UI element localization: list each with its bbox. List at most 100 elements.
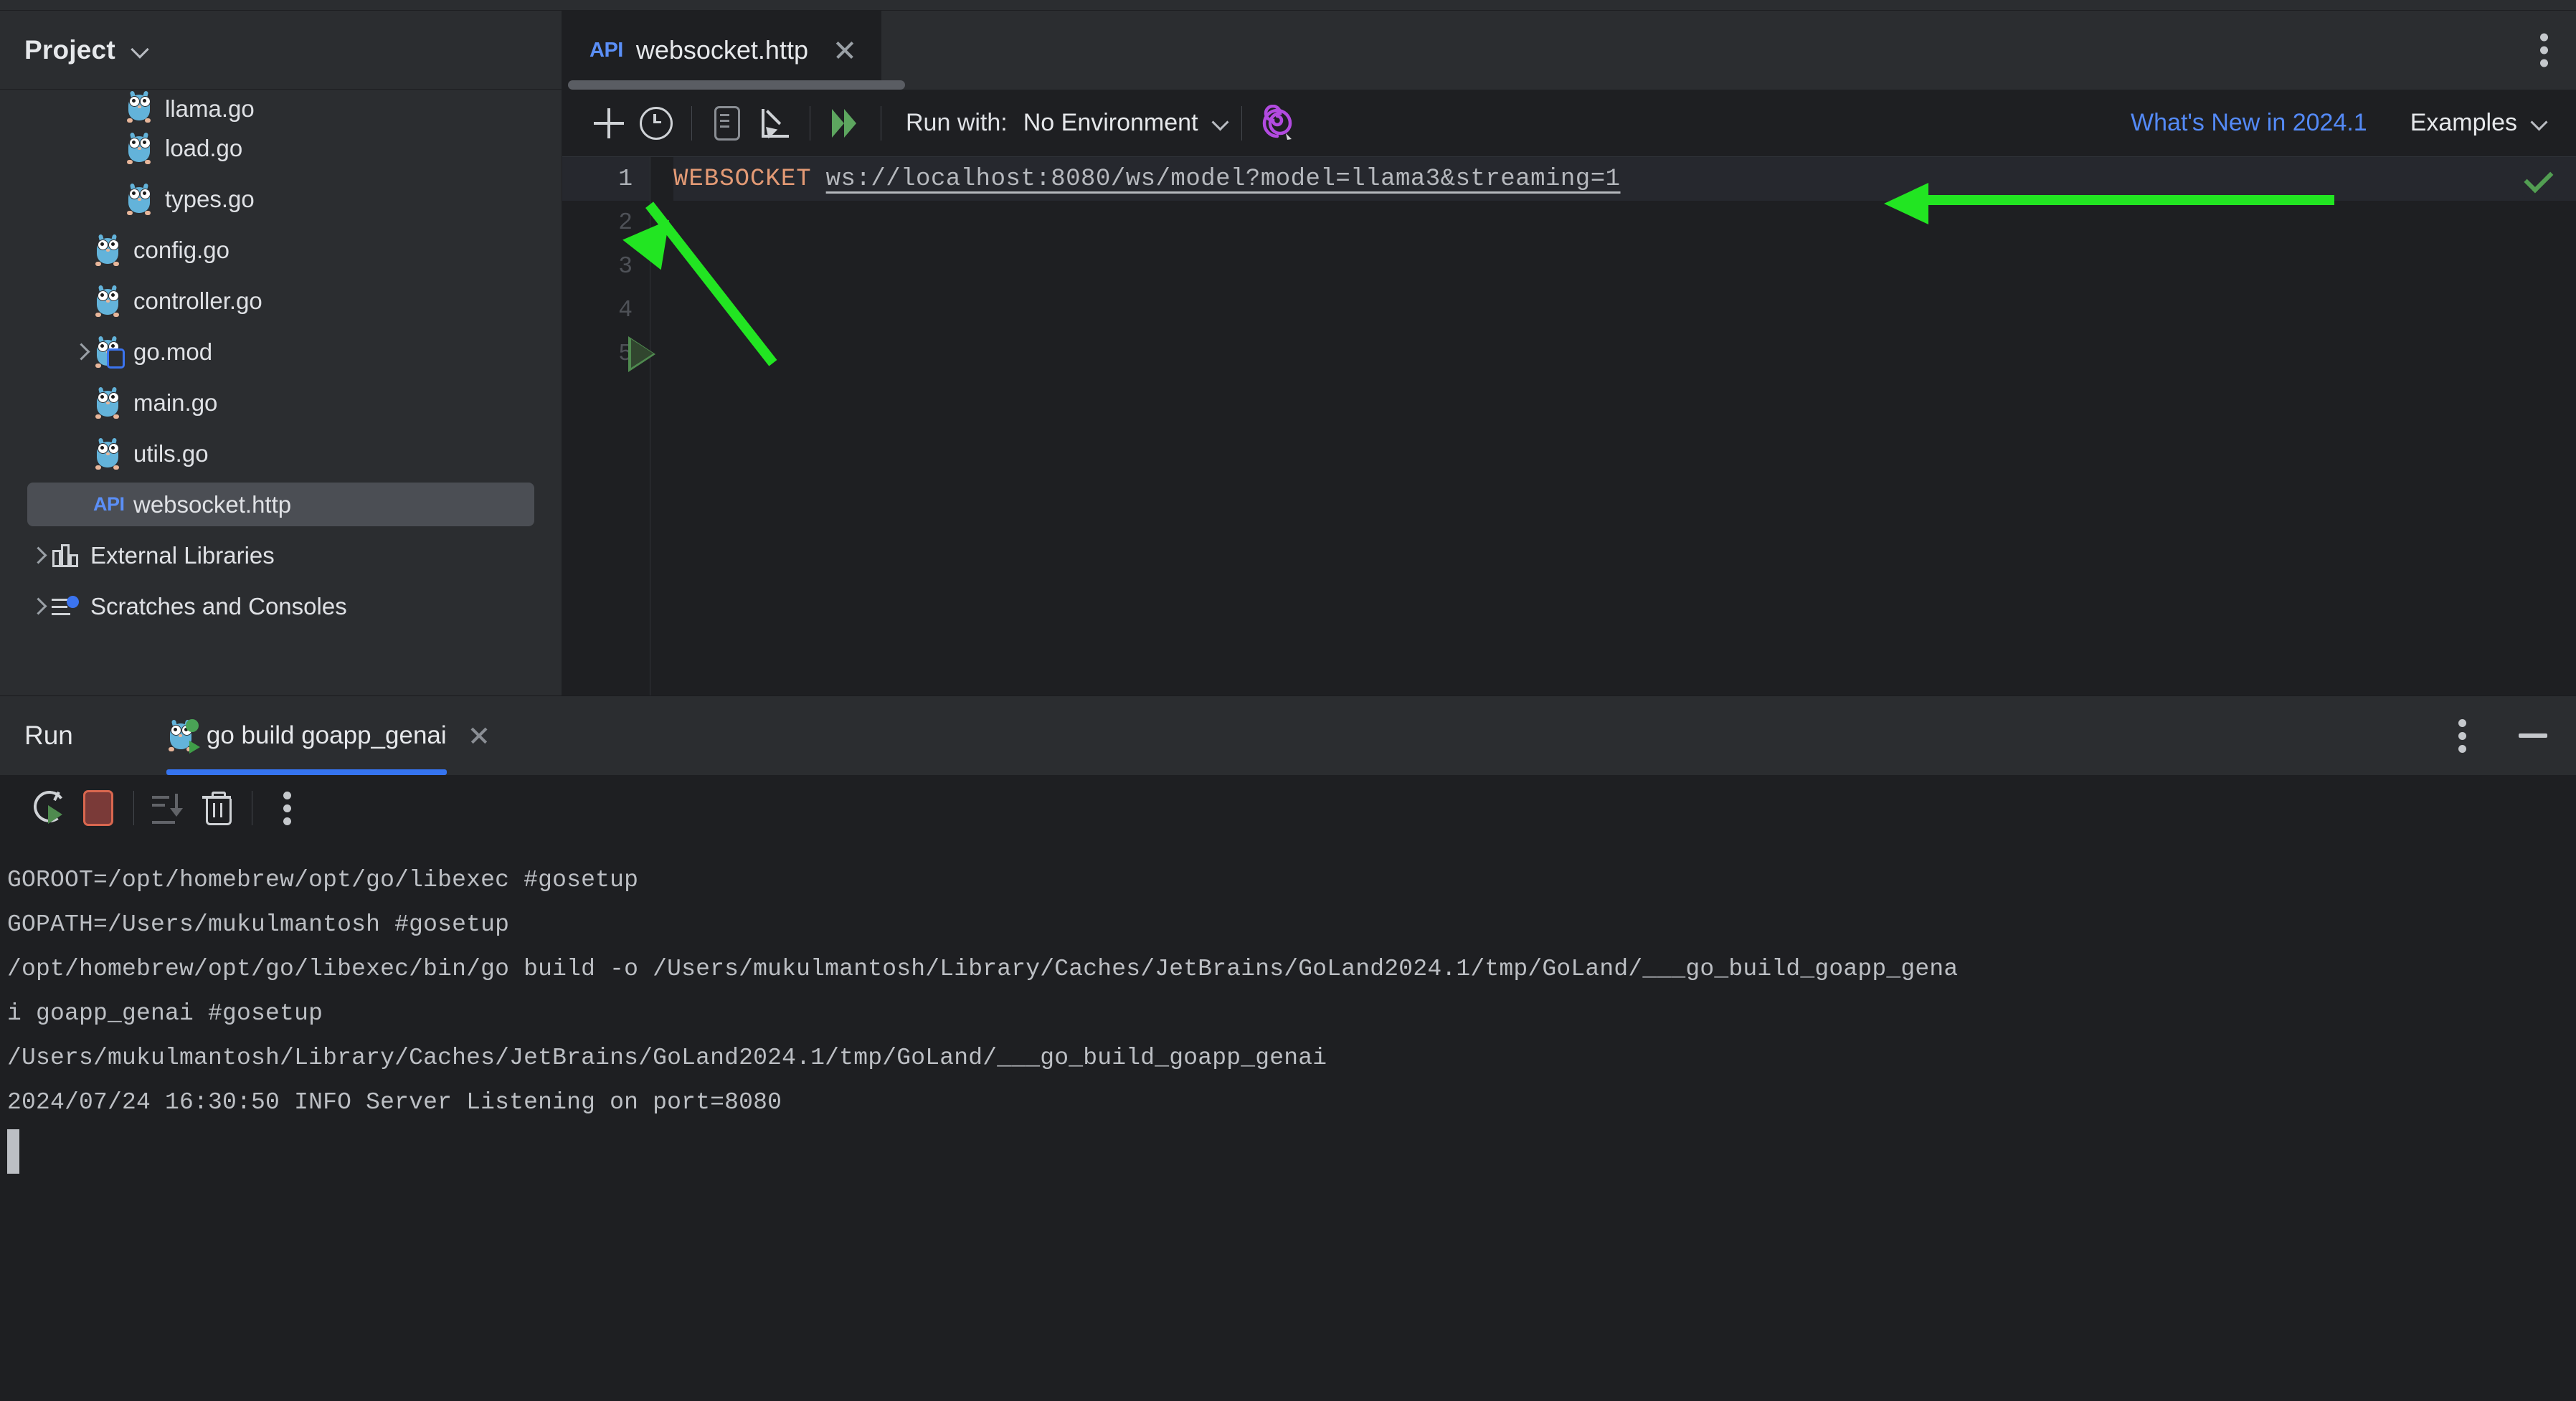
code-editor[interactable]: 12345 WEBSOCKET ws://localhost:8080/ws/m… (562, 157, 2576, 695)
stop-button[interactable] (75, 784, 122, 832)
code-line-2[interactable] (673, 201, 2576, 244)
tree-item-label: controller.go (133, 287, 262, 314)
code-line-3[interactable] (673, 244, 2576, 288)
console-line: 2024/07/24 16:30:50 INFO Server Listenin… (7, 1089, 782, 1116)
line-number-1: 1 (562, 157, 650, 201)
console-line: GOPATH=/Users/mukulmantosh #gosetup (7, 911, 510, 938)
request-history-button[interactable] (633, 100, 680, 147)
twisty-placeholder (69, 289, 93, 313)
console-line: /Users/mukulmantosh/Library/Caches/JetBr… (7, 1045, 1327, 1071)
line-number-2: 2 (618, 209, 633, 236)
go-mod-file-icon (93, 335, 125, 369)
inspection-ok-check-icon[interactable] (2521, 161, 2559, 199)
whats-new-link[interactable]: What's New in 2024.1 (2131, 109, 2367, 137)
tree-item-label: types.go (165, 185, 255, 212)
run-console-toolbar (0, 775, 2576, 841)
tree-item-label: main.go (133, 389, 218, 416)
project-file-tree[interactable]: llama.go load.go types.go config.go controll… (0, 90, 562, 695)
tree-item-llama-go[interactable]: llama.go (0, 90, 562, 123)
api-http-file-icon: API (93, 493, 125, 515)
run-all-requests-button[interactable] (822, 100, 869, 147)
http-client-toolbar: Run with: No Environment What's New in 2… (562, 90, 2576, 157)
import-requests-button[interactable] (751, 100, 798, 147)
upper-workspace: Project llama.go load.go types.go config.go… (0, 11, 2576, 695)
run-panel-header: Run go build goapp_genai (0, 696, 2576, 775)
twisty-placeholder (100, 98, 125, 123)
run-panel-title: Run (24, 721, 73, 750)
api-http-file-icon: API (589, 38, 623, 62)
tree-item-label: config.go (133, 236, 229, 263)
trash-clear-icon (202, 792, 232, 825)
run-panel-header-actions (2458, 714, 2576, 758)
stop-icon (83, 790, 113, 826)
run-all-icon (829, 107, 862, 140)
tree-item-load-go[interactable]: load.go (0, 123, 562, 174)
toolbar-right-group: What's New in 2024.1 Examples (2131, 109, 2576, 137)
chevron-down-icon[interactable] (1213, 115, 1230, 132)
kebab-menu-icon (283, 787, 292, 830)
tree-item-label: utils.go (133, 440, 209, 467)
close-icon[interactable] (833, 38, 857, 62)
ai-assistant-button[interactable] (1254, 100, 1301, 147)
run-console-output[interactable]: GOROOT=/opt/homebrew/opt/go/libexec #gos… (0, 841, 2576, 1401)
tree-item-external-libraries[interactable]: External Libraries (0, 530, 562, 581)
run-request-icon-fill (631, 339, 653, 368)
rerun-button[interactable] (27, 784, 75, 832)
chevron-right-icon[interactable] (69, 340, 93, 364)
console-line: /opt/homebrew/opt/go/libexec/bin/go buil… (7, 956, 1959, 982)
editor-gutter[interactable]: 12345 (562, 157, 650, 695)
chevron-right-icon[interactable] (26, 594, 50, 619)
code-line-4[interactable] (673, 288, 2576, 332)
tree-item-label: Scratches and Consoles (90, 592, 347, 619)
convert-request-button[interactable] (704, 100, 751, 147)
examples-dropdown-label[interactable]: Examples (2410, 109, 2517, 137)
tree-item-websocket-http[interactable]: API websocket.http (0, 479, 562, 530)
tree-item-config-go[interactable]: config.go (0, 224, 562, 275)
editor-code-lines[interactable]: WEBSOCKET ws://localhost:8080/ws/model?m… (650, 157, 2576, 695)
library-icon (50, 541, 79, 570)
project-panel-title: Project (24, 34, 115, 65)
code-line-1[interactable]: WEBSOCKET ws://localhost:8080/ws/model?m… (673, 157, 2576, 201)
add-request-button[interactable] (585, 100, 633, 147)
code-line-5[interactable] (673, 332, 2576, 376)
twisty-placeholder (100, 136, 125, 161)
kebab-menu-icon[interactable] (2458, 714, 2467, 758)
goland-window: Project llama.go load.go types.go config.go… (0, 0, 2576, 1401)
editor-tab-label: websocket.http (635, 35, 808, 65)
environment-selector-value[interactable]: No Environment (1023, 109, 1198, 137)
tree-item-utils-go[interactable]: utils.go (0, 428, 562, 479)
editor-horizontal-scrollbar[interactable] (568, 80, 905, 90)
chevron-down-icon[interactable] (131, 41, 150, 60)
twisty-placeholder (69, 238, 93, 262)
project-panel-header[interactable]: Project (0, 11, 562, 90)
tree-item-types-go[interactable]: types.go (0, 174, 562, 224)
tree-item-go-mod[interactable]: go.mod (0, 326, 562, 377)
editor-tab-bar: API websocket.http (562, 11, 2576, 90)
go-file-icon (93, 386, 122, 419)
tree-item-label: External Libraries (90, 541, 275, 569)
project-sidebar: Project llama.go load.go types.go config.go… (0, 11, 562, 695)
go-file-icon (125, 90, 153, 123)
tree-item-controller-go[interactable]: controller.go (0, 275, 562, 326)
close-icon[interactable] (468, 725, 490, 746)
twisty-placeholder (100, 187, 125, 212)
import-arrow-icon (759, 108, 790, 139)
tree-item-label: llama.go (165, 95, 255, 122)
tree-item-scratches-and-consoles[interactable]: Scratches and Consoles (0, 581, 562, 632)
tree-item-main-go[interactable]: main.go (0, 377, 562, 428)
run-configuration-tab[interactable]: go build goapp_genai (166, 696, 490, 775)
chevron-right-icon[interactable] (26, 543, 50, 568)
scroll-to-end-button[interactable] (146, 784, 193, 832)
document-icon (714, 105, 740, 141)
minimize-icon[interactable] (2519, 733, 2547, 738)
tree-item-label: websocket.http (133, 490, 292, 518)
editor-tab-websocket-http[interactable]: API websocket.http (562, 11, 905, 90)
chevron-down-icon[interactable] (2532, 115, 2549, 132)
clear-console-button[interactable] (193, 784, 240, 832)
console-more-button[interactable] (264, 784, 311, 832)
kebab-menu-icon[interactable] (2540, 29, 2549, 72)
console-line: i goapp_genai #gosetup (7, 1000, 323, 1027)
websocket-url[interactable]: ws://localhost:8080/ws/model?model=llama… (826, 166, 1621, 193)
twisty-placeholder (69, 391, 93, 415)
rerun-icon (31, 788, 68, 825)
